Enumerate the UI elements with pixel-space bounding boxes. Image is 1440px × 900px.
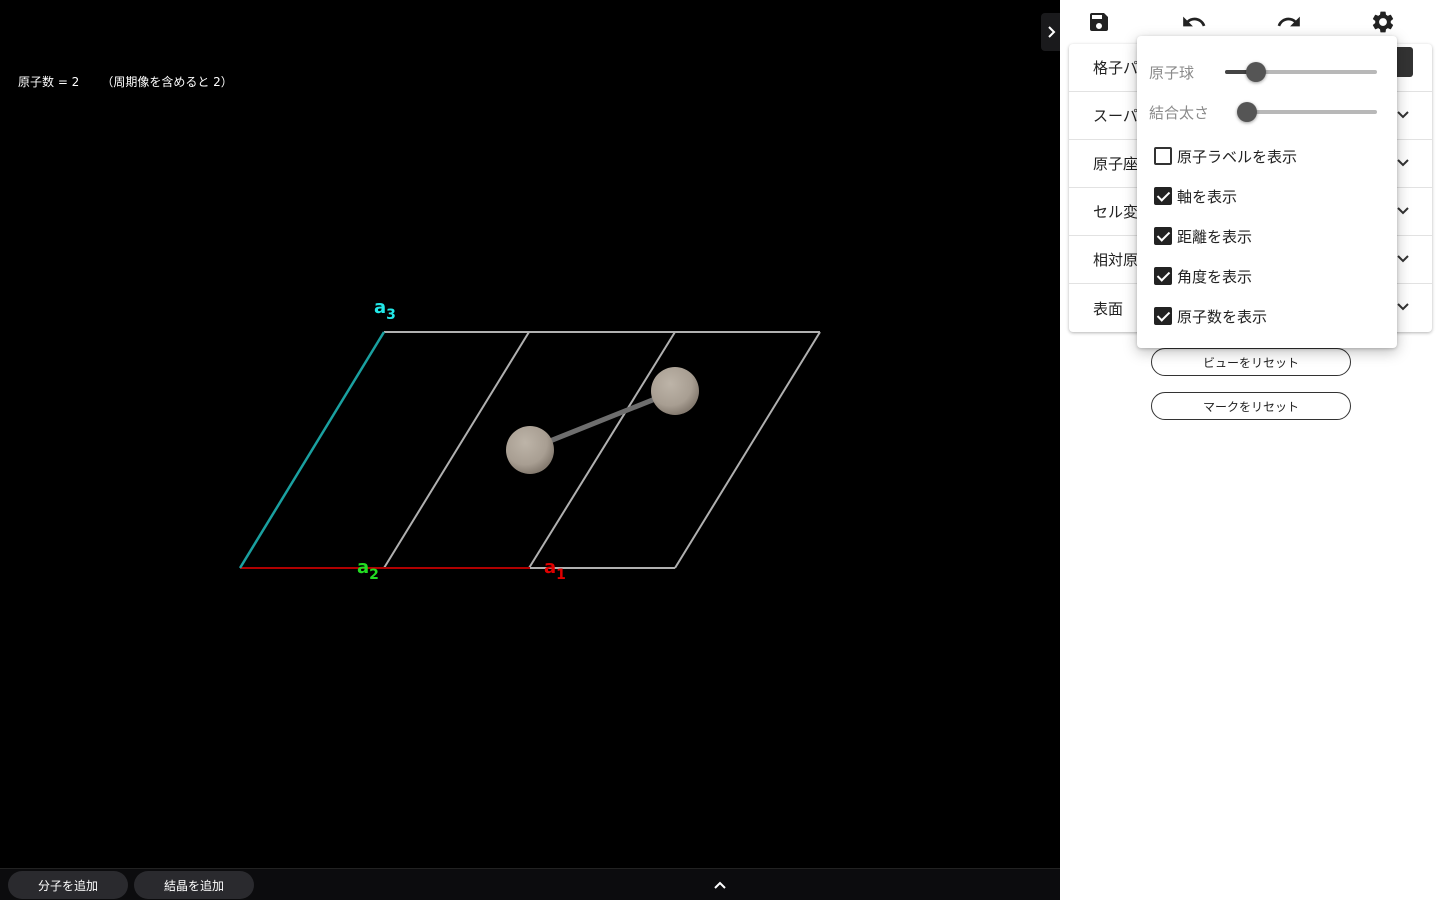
a1-axis-label: a1	[544, 557, 566, 583]
accordion-label: 格子パ	[1093, 59, 1139, 77]
undo-button[interactable]	[1180, 8, 1208, 36]
chevron-down-icon	[1397, 159, 1409, 167]
crystal-scene[interactable]: a3 a2 a1	[0, 0, 1060, 868]
chevron-right-icon	[1048, 26, 1056, 38]
bond-width-slider-thumb[interactable]	[1237, 102, 1257, 122]
atom-ball-slider-row: 原子球	[1149, 60, 1385, 84]
bottom-bar: 分子を追加 結晶を追加	[0, 868, 1060, 900]
show-axis-checkbox[interactable]	[1154, 187, 1172, 205]
show-atom-count-option[interactable]: 原子数を表示	[1154, 305, 1267, 327]
unit-cells	[383, 331, 821, 569]
show-distance-option[interactable]: 距離を表示	[1154, 225, 1252, 247]
add-molecule-button[interactable]: 分子を追加	[8, 871, 128, 899]
bond-width-slider-row: 結合太さ	[1149, 100, 1385, 124]
save-icon	[1090, 13, 1108, 31]
reset-view-button[interactable]: ビューをリセット	[1151, 348, 1351, 376]
show-atom-label-option[interactable]: 原子ラベルを表示	[1154, 145, 1297, 167]
a2-axis-label: a2	[357, 557, 379, 583]
accordion-label: 相対原	[1093, 251, 1139, 269]
show-axis-text: 軸を表示	[1177, 187, 1238, 206]
accordion-label: 表面	[1093, 299, 1124, 318]
atom-ball-slider[interactable]	[1225, 62, 1377, 82]
show-distance-text: 距離を表示	[1177, 227, 1253, 246]
undo-icon	[1183, 16, 1206, 27]
structure-viewer[interactable]: 原子数 = 2 （周期像を含めると 2） a3 a2 a1	[0, 0, 1060, 868]
show-axis-option[interactable]: 軸を表示	[1154, 185, 1237, 207]
cell-edge	[674, 331, 821, 569]
chevron-down-icon	[1397, 255, 1409, 263]
chevron-up-icon	[714, 881, 726, 889]
gear-icon	[1372, 11, 1394, 33]
display-settings-popup: 原子球 結合太さ 原子ラベルを表示 軸を表示 距離を表示 角度を表示 原子数を表…	[1137, 36, 1397, 348]
accordion-label: スーパ	[1093, 107, 1138, 125]
show-angle-text: 角度を表示	[1177, 267, 1253, 286]
a3-axis-label: a3	[374, 297, 396, 323]
expand-bottom-button[interactable]	[708, 875, 732, 895]
show-atom-label-checkbox[interactable]	[1154, 147, 1172, 165]
chevron-down-icon	[1397, 303, 1409, 311]
show-atom-count-checkbox[interactable]	[1154, 307, 1172, 325]
accordion-label: セル変	[1093, 203, 1139, 221]
redo-button[interactable]	[1275, 8, 1303, 36]
show-atom-count-text: 原子数を表示	[1177, 307, 1268, 326]
accordion-label: 原子座	[1093, 155, 1139, 173]
add-crystal-button[interactable]: 結晶を追加	[134, 871, 254, 899]
show-angle-option[interactable]: 角度を表示	[1154, 265, 1252, 287]
show-angle-checkbox[interactable]	[1154, 267, 1172, 285]
save-button[interactable]	[1085, 8, 1113, 36]
reset-mark-button[interactable]: マークをリセット	[1151, 392, 1351, 420]
settings-button[interactable]	[1369, 8, 1397, 36]
bond-width-label: 結合太さ	[1149, 104, 1210, 122]
chevron-down-icon	[1397, 207, 1409, 215]
atom[interactable]	[651, 367, 699, 415]
show-atom-label-text: 原子ラベルを表示	[1177, 147, 1298, 166]
show-distance-checkbox[interactable]	[1154, 227, 1172, 245]
chevron-down-icon	[1397, 111, 1409, 119]
a3-axis-line	[238, 331, 386, 569]
collapse-panel-button[interactable]	[1041, 13, 1061, 51]
atom-ball-slider-thumb[interactable]	[1246, 62, 1266, 82]
atom-ball-label: 原子球	[1149, 64, 1195, 82]
redo-icon	[1277, 16, 1300, 27]
bond-width-slider[interactable]	[1237, 102, 1377, 122]
atom[interactable]	[506, 426, 554, 474]
